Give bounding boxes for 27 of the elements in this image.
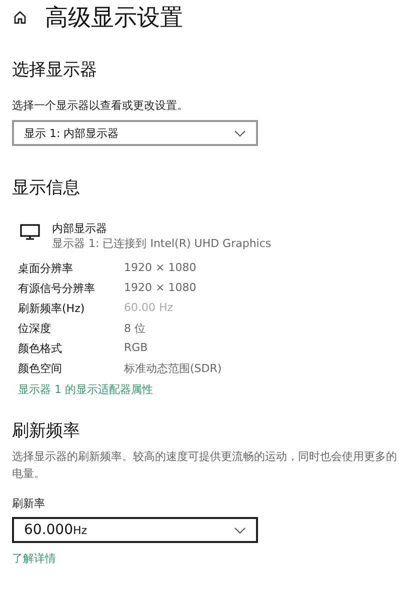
monitor-detail: 显示器 1: 已连接到 Intel(R) UHD Graphics [52, 236, 272, 251]
info-value: 8 位 [124, 321, 146, 336]
monitor-icon [20, 224, 40, 240]
info-value: 60.00 Hz [124, 301, 174, 316]
info-label: 颜色格式 [18, 341, 62, 356]
chevron-down-icon [234, 130, 246, 136]
page-title: 高级显示设置 [45, 4, 183, 32]
info-label: 颜色空间 [18, 361, 62, 376]
section-heading: 显示信息 [12, 177, 81, 199]
info-value: 标准动态范围(SDR) [124, 361, 222, 376]
info-value: 1920 × 1080 [124, 281, 196, 296]
section-heading: 刷新频率 [12, 420, 81, 442]
home-icon[interactable] [13, 10, 27, 24]
monitor-name: 内部显示器 [52, 221, 108, 236]
info-value: RGB [124, 341, 148, 356]
info-value: 1920 × 1080 [124, 261, 196, 276]
description-text: 选择一个显示器以查看或更改设置。 [12, 98, 189, 114]
info-label: 位深度 [18, 321, 51, 336]
info-label: 刷新频率(Hz) [18, 301, 85, 316]
description-text: 选择显示器的刷新频率。较高的速度可提供更流畅的运动，同时也会使用更多的电量。 [12, 449, 398, 482]
chevron-down-icon [234, 526, 246, 534]
section-heading: 选择显示器 [12, 59, 98, 81]
field-label: 刷新率 [12, 496, 46, 511]
display-dropdown[interactable]: 显示 1: 内部显示器 [12, 120, 258, 146]
refresh-rate-dropdown[interactable]: 60.000Hz [12, 517, 258, 543]
info-label: 有源信号分辨率 [18, 281, 95, 296]
info-label: 桌面分辨率 [18, 261, 73, 276]
